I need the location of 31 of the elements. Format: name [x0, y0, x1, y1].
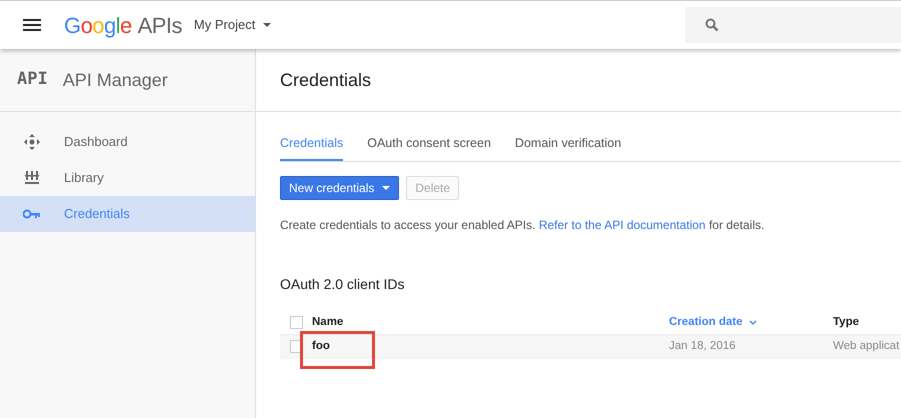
search-field[interactable]	[685, 7, 901, 43]
move-arrows-icon	[23, 133, 41, 151]
table-cell-text: Web applicat	[833, 339, 900, 354]
sidebar-title: API Manager	[62, 68, 168, 92]
column-header[interactable]: Creation date	[669, 314, 833, 331]
api-logo-icon: API	[17, 67, 48, 93]
sidebar-item[interactable]: Library	[0, 160, 255, 196]
caret-icon	[263, 23, 272, 27]
table-row[interactable]: foo Jan 18, 2016 Web applicat	[280, 334, 901, 359]
library-icon	[24, 170, 40, 186]
new-credentials-button[interactable]: New credentials	[280, 176, 400, 200]
logo[interactable]: Google APIs	[64, 8, 182, 42]
column-header[interactable]: Name	[312, 314, 669, 331]
project-selector[interactable]: My Project	[194, 15, 272, 35]
search-icon	[705, 18, 719, 32]
tab[interactable]: Credentials	[280, 134, 344, 161]
table-cell-text: Jan 18, 2016	[669, 339, 737, 354]
key-icon	[23, 209, 41, 219]
sidebar-item[interactable]: Dashboard	[0, 124, 255, 160]
info-text: Create credentials to access your enabled APIs. Refer to the API documentation for details.	[280, 216, 766, 234]
caret-icon	[382, 186, 390, 190]
page-title: Credentials	[280, 68, 372, 92]
section-title: OAuth 2.0 client IDs	[280, 274, 406, 294]
tab[interactable]: OAuth consent screen	[367, 134, 491, 161]
menu-icon[interactable]	[23, 19, 41, 31]
chevron-down-icon	[748, 320, 756, 325]
tab[interactable]: Domain verification	[514, 134, 622, 161]
checkbox[interactable]	[290, 316, 302, 329]
column-header[interactable]: Type	[833, 314, 859, 331]
table-cell-text: foo	[312, 339, 331, 354]
documentation-link[interactable]: Refer to the API documentation	[538, 218, 706, 232]
